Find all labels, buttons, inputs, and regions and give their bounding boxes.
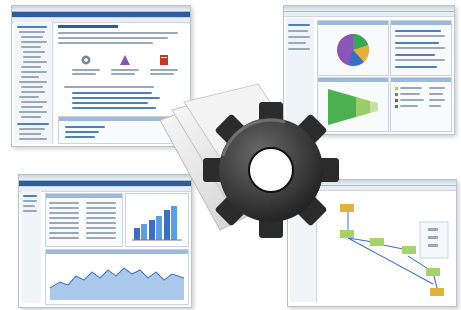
gear-icon [196, 95, 346, 245]
toolbar [284, 12, 454, 17]
wizard-icon[interactable] [119, 54, 131, 66]
legend-table-panel [390, 77, 452, 132]
content-heading [58, 25, 118, 28]
pie-chart [334, 31, 372, 69]
report-sidebar [21, 191, 41, 303]
news-panel [390, 20, 452, 76]
navigation-tree [14, 22, 53, 144]
pie-chart-panel [317, 20, 389, 76]
server-icon[interactable] [158, 54, 170, 66]
report-table [45, 193, 123, 247]
area-chart [50, 258, 184, 300]
gear-icon[interactable] [80, 54, 92, 66]
